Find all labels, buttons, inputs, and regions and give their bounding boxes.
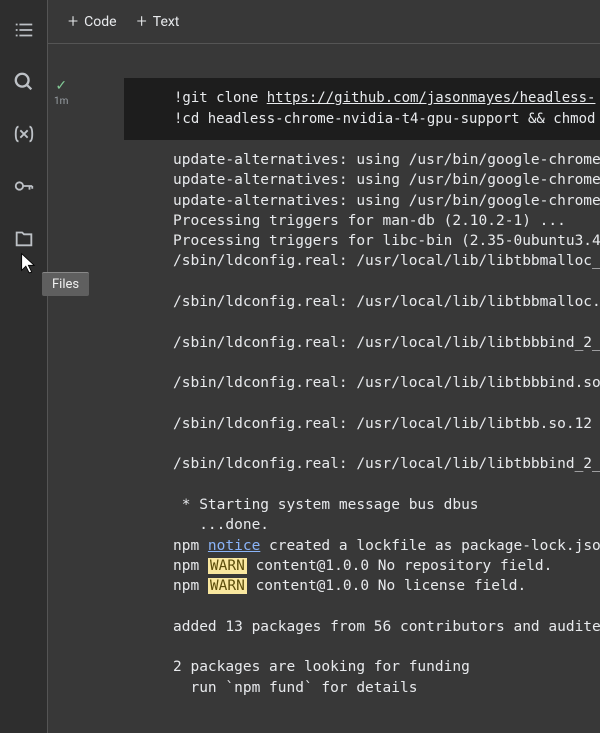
- output-line: /sbin/ldconfig.real: /usr/local/lib/libt…: [173, 253, 600, 269]
- output-line: /sbin/ldconfig.real: /usr/local/lib/libt…: [173, 335, 600, 351]
- sidebar: [0, 0, 48, 733]
- cell-gutter: ✓ 1m: [54, 78, 68, 107]
- output-line: ...done.: [173, 517, 269, 533]
- output: update-alternatives: using /usr/bin/goog…: [173, 150, 600, 698]
- output-line: * Starting system message bus dbus: [173, 497, 479, 513]
- output-line: update-alternatives: using /usr/bin/goog…: [173, 193, 600, 209]
- npm-notice: notice: [208, 538, 260, 554]
- toolbar: + Code + Text: [48, 0, 600, 44]
- output-line: /sbin/ldconfig.real: /usr/local/lib/libt…: [173, 375, 600, 391]
- files-icon[interactable]: [12, 226, 36, 250]
- add-code-button[interactable]: + Code: [68, 11, 117, 32]
- secrets-icon[interactable]: [12, 174, 36, 198]
- npm-warn: WARN: [208, 558, 247, 574]
- output-line: Processing triggers for libc-bin (2.35-0…: [173, 233, 600, 249]
- output-line: /sbin/ldconfig.real: /usr/local/lib/libt…: [173, 416, 600, 432]
- variables-icon[interactable]: [12, 122, 36, 146]
- npm-warn-line: npm WARN content@1.0.0 No license field.: [173, 578, 526, 594]
- add-text-label: Text: [153, 14, 180, 30]
- code-cell[interactable]: !git clone https://github.com/jasonmayes…: [124, 78, 600, 140]
- output-line: run `npm fund` for details: [173, 680, 417, 696]
- output-line: added 13 packages from 56 contributors a…: [173, 619, 600, 635]
- files-tooltip: Files: [42, 272, 89, 296]
- exec-time: 1m: [54, 96, 68, 107]
- toc-icon[interactable]: [12, 18, 36, 42]
- search-icon[interactable]: [12, 70, 36, 94]
- output-line: update-alternatives: using /usr/bin/goog…: [173, 172, 600, 188]
- output-line: 2 packages are looking for funding: [173, 659, 470, 675]
- npm-notice-line: npm notice created a lockfile as package…: [173, 538, 600, 554]
- main: + Code + Text ✓ 1m [1] !git clone https:…: [48, 0, 600, 733]
- code-line-2: !cd headless-chrome-nvidia-t4-gpu-suppor…: [174, 109, 588, 130]
- plus-icon: +: [137, 11, 147, 32]
- npm-warn: WARN: [208, 578, 247, 594]
- git-url[interactable]: https://github.com/jasonmayes/headless-: [267, 90, 596, 106]
- check-icon: ✓: [55, 78, 67, 94]
- code-line-1: !git clone https://github.com/jasonmayes…: [174, 88, 588, 109]
- output-line: /sbin/ldconfig.real: /usr/local/lib/libt…: [173, 294, 600, 310]
- npm-warn-line: npm WARN content@1.0.0 No repository fie…: [173, 558, 552, 574]
- plus-icon: +: [68, 11, 78, 32]
- add-code-label: Code: [84, 14, 116, 30]
- output-line: update-alternatives: using /usr/bin/goog…: [173, 152, 600, 168]
- output-line: Processing triggers for man-db (2.10.2-1…: [173, 213, 566, 229]
- output-line: /sbin/ldconfig.real: /usr/local/lib/libt…: [173, 456, 600, 472]
- add-text-button[interactable]: + Text: [137, 11, 180, 32]
